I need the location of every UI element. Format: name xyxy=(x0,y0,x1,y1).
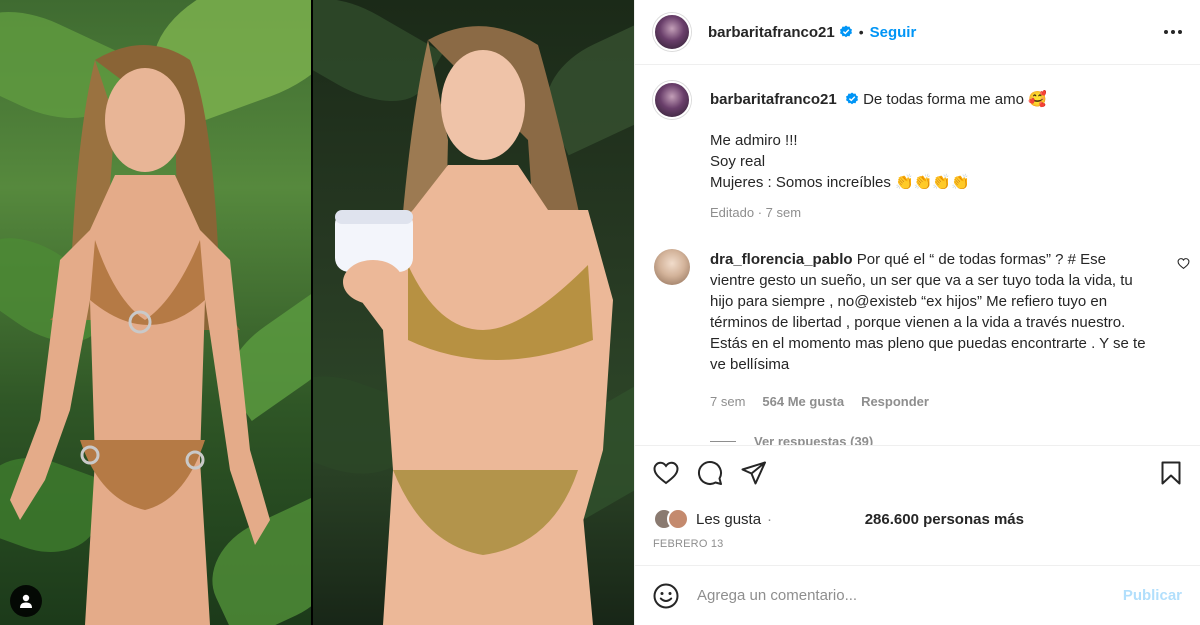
emoji-icon xyxy=(653,583,679,608)
more-icon xyxy=(1164,30,1168,34)
more-options-button[interactable] xyxy=(1164,22,1182,42)
edited-label: Editado xyxy=(710,205,755,220)
likes-prefix: Les gusta xyxy=(696,510,762,528)
verified-badge-icon xyxy=(845,92,858,105)
caption-line: Me admiro !!! xyxy=(710,132,798,149)
header-username[interactable]: barbaritafranco21 xyxy=(708,24,835,41)
reply-button[interactable]: Responder xyxy=(861,391,929,412)
post-header: barbaritafranco21 • Seguir xyxy=(635,0,1200,65)
heart-icon xyxy=(653,461,679,485)
caption-avatar[interactable] xyxy=(653,81,691,119)
post-media[interactable] xyxy=(0,0,634,625)
post-date[interactable]: FEBRERO 13 xyxy=(653,538,1182,550)
view-replies-label: Ver respuestas (39) xyxy=(754,434,874,445)
caption-lines: Me admiro !!! Soy real Mujeres : Somos i… xyxy=(710,130,1047,193)
comment-username[interactable]: dra_florencia_pablo xyxy=(710,251,853,268)
share-icon xyxy=(741,461,766,485)
comment-meta: 7 sem 564 Me gusta Responder xyxy=(710,391,1150,412)
comment-time[interactable]: 7 sem xyxy=(710,391,745,412)
comment-input[interactable] xyxy=(697,587,1123,604)
caption-meta: Editado · 7 sem xyxy=(710,205,802,220)
woman-figure-left xyxy=(10,45,270,625)
header-separator: • xyxy=(858,24,864,40)
comment-likes[interactable]: 564 Me gusta xyxy=(762,391,844,412)
comment-text: Por qué el “ de todas formas” ? # Ese vi… xyxy=(710,251,1146,373)
avatar[interactable] xyxy=(653,13,691,51)
action-icons xyxy=(653,460,1182,486)
caption-time[interactable]: 7 sem xyxy=(766,205,801,220)
comment-item: dra_florencia_pablo Por qué el “ de toda… xyxy=(653,249,1190,412)
like-button[interactable] xyxy=(653,461,679,485)
follow-button[interactable]: Seguir xyxy=(870,24,917,41)
bookmark-icon xyxy=(1161,461,1181,485)
publish-button[interactable]: Publicar xyxy=(1123,587,1182,604)
photo-left xyxy=(0,0,311,625)
likes-count[interactable]: 286.600 personas más xyxy=(865,511,1024,528)
view-replies-button[interactable]: Ver respuestas (39) xyxy=(710,434,1182,445)
comment-avatar[interactable] xyxy=(654,249,690,285)
share-button[interactable] xyxy=(741,461,767,485)
user-tag-icon xyxy=(20,594,32,608)
comments-section[interactable]: barbaritafranco21 De todas forma me amo … xyxy=(635,65,1200,445)
likes-mid: · xyxy=(767,510,773,528)
verified-badge-icon xyxy=(839,25,852,38)
save-button[interactable] xyxy=(1160,461,1182,485)
comment-button[interactable] xyxy=(697,460,723,486)
caption: barbaritafranco21 De todas forma me amo … xyxy=(653,81,1182,223)
likes-summary: Les gusta · 286.600 personas más xyxy=(653,508,1182,530)
post-actions: Les gusta · 286.600 personas más FEBRERO… xyxy=(635,445,1200,565)
caption-line: Soy real xyxy=(710,153,766,170)
post-panel: barbaritafranco21 • Seguir barbaritafran… xyxy=(634,0,1200,625)
emoji-button[interactable] xyxy=(653,583,679,609)
woman-figure-right xyxy=(335,26,613,625)
instagram-post: barbaritafranco21 • Seguir barbaritafran… xyxy=(0,0,1200,625)
photo-right xyxy=(313,0,634,625)
add-comment-bar: Publicar xyxy=(635,565,1200,625)
caption-text: De todas forma me amo 🥰 xyxy=(863,91,1047,108)
liker-avatar[interactable] xyxy=(667,508,689,530)
comment-icon xyxy=(698,461,722,485)
comment-like-heart-icon[interactable] xyxy=(1177,257,1190,270)
caption-username[interactable]: barbaritafranco21 xyxy=(710,91,837,108)
user-tag-button[interactable] xyxy=(10,585,42,617)
caption-line: Mujeres : Somos increíbles 👏👏👏👏 xyxy=(710,174,970,191)
replies-divider xyxy=(710,441,736,442)
